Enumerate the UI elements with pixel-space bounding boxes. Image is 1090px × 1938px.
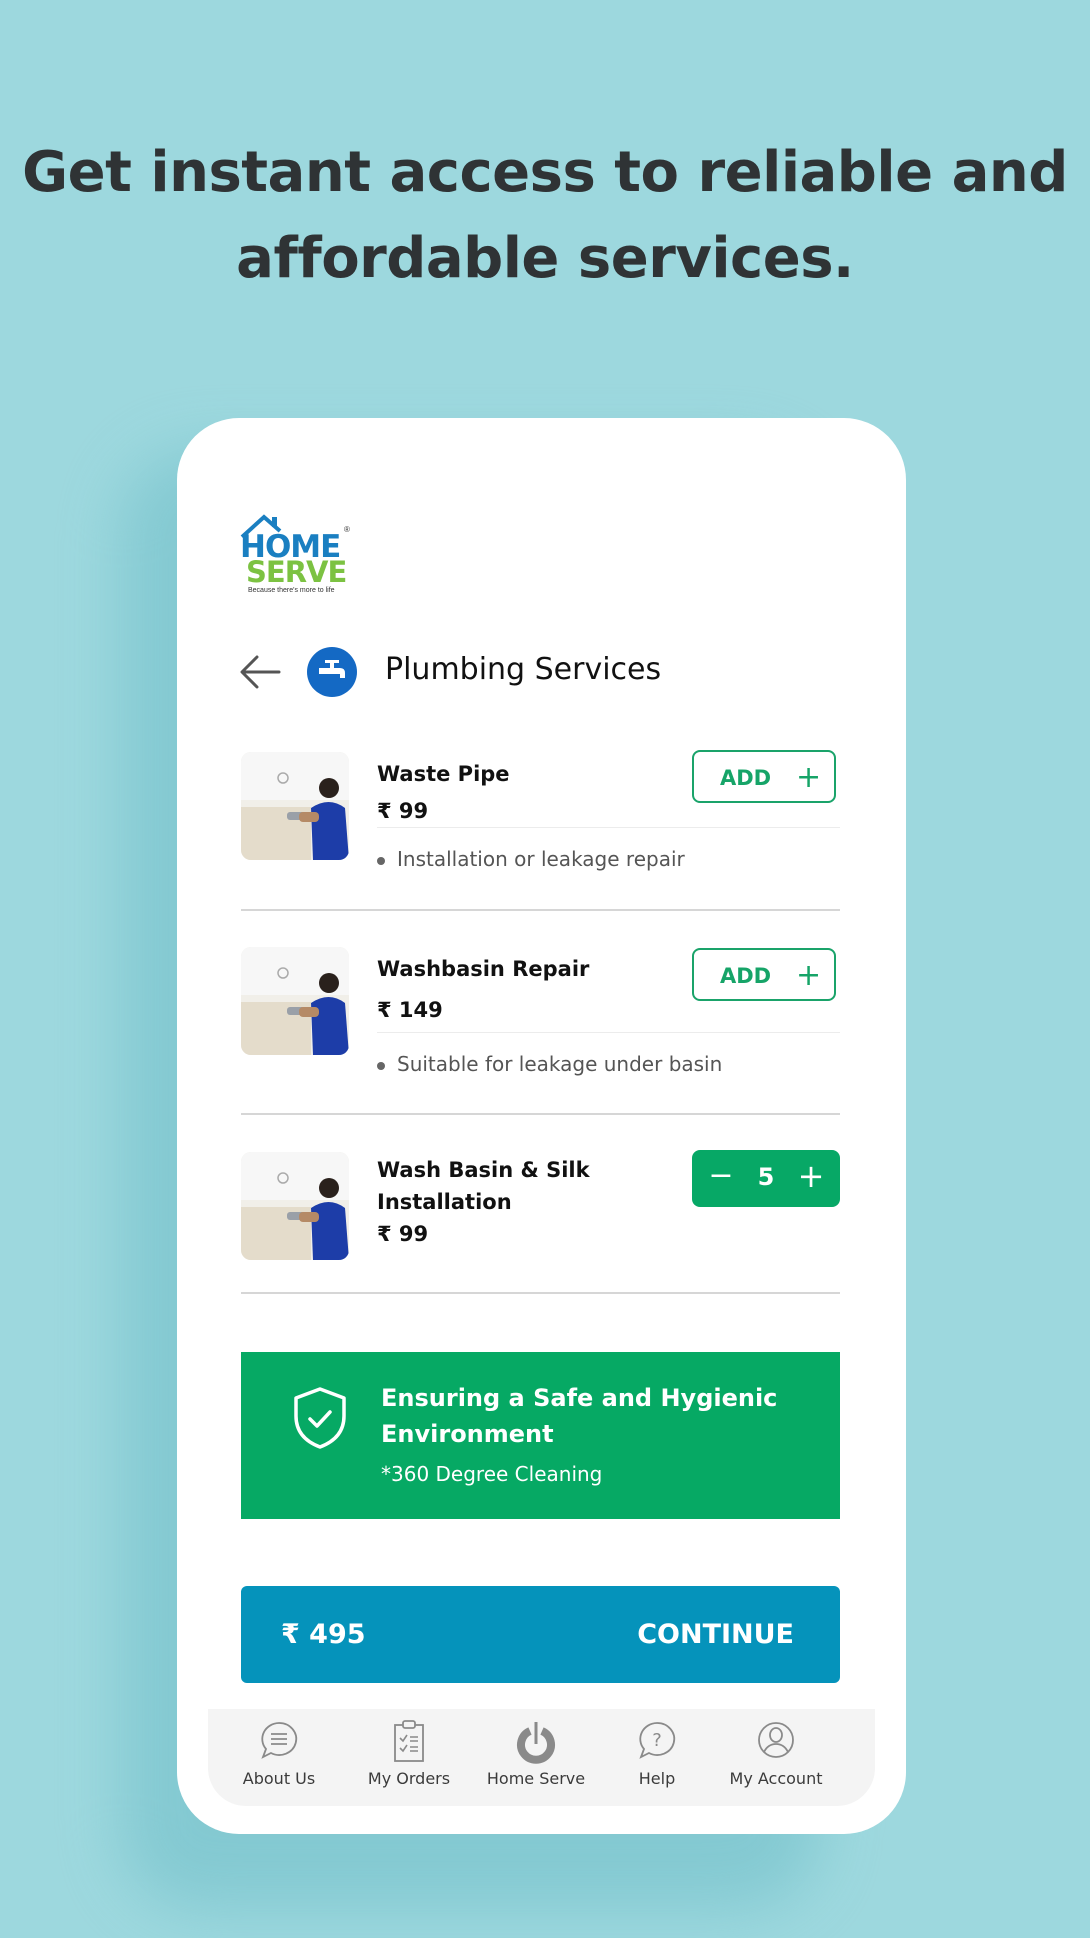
decrement-button[interactable]: −	[706, 1158, 736, 1193]
quantity-value: 5	[757, 1163, 775, 1191]
item-image	[241, 1152, 349, 1260]
registered-mark: ®	[344, 525, 350, 534]
nav-help[interactable]: ? Help	[597, 1709, 717, 1806]
divider	[241, 1113, 840, 1115]
bottom-nav: About Us My Orders Home Serve ? Help My …	[208, 1709, 875, 1806]
item-name-line-2: Installation	[377, 1190, 512, 1214]
increment-button[interactable]: +	[796, 1157, 826, 1195]
nav-home-serve[interactable]: Home Serve	[476, 1709, 596, 1806]
banner-title-line-2: Environment	[381, 1420, 554, 1448]
item-description: Installation or leakage repair	[377, 847, 685, 871]
item-description-text: Installation or leakage repair	[397, 847, 685, 871]
back-button[interactable]	[239, 654, 281, 690]
continue-label: CONTINUE	[637, 1619, 794, 1650]
page-title: Plumbing Services	[385, 652, 662, 687]
shield-check-icon	[294, 1387, 346, 1449]
nav-label: My Orders	[367, 1769, 451, 1788]
hygiene-banner: Ensuring a Safe and Hygienic Environment…	[241, 1352, 840, 1519]
arrow-left-icon	[240, 655, 281, 689]
nav-my-orders[interactable]: My Orders	[349, 1709, 469, 1806]
add-label: ADD	[720, 964, 772, 988]
plumber-photo	[241, 752, 349, 860]
divider	[241, 909, 840, 911]
nav-label: About Us	[242, 1769, 316, 1788]
plumber-photo	[241, 947, 349, 1055]
add-button[interactable]: ADD +	[692, 750, 836, 803]
item-name: Washbasin Repair	[377, 957, 590, 981]
banner-title-line-1: Ensuring a Safe and Hygienic	[381, 1384, 778, 1412]
nav-label: My Account	[729, 1769, 823, 1788]
item-separator	[377, 827, 840, 828]
banner-subtitle: *360 Degree Cleaning	[381, 1462, 603, 1486]
logo-tagline: Because there's more to life	[248, 587, 335, 594]
item-name-line-1: Wash Basin & Silk	[377, 1158, 590, 1182]
plus-icon: +	[796, 760, 822, 795]
category-badge	[307, 647, 357, 697]
nav-label: Help	[638, 1769, 676, 1788]
item-separator	[377, 1032, 840, 1033]
divider	[241, 1292, 840, 1294]
banner-title: Ensuring a Safe and Hygienic Environment	[381, 1380, 801, 1452]
phone-screen: HOME ® SERVE Because there's more to lif…	[177, 418, 906, 1834]
item-price: ₹ 99	[377, 1222, 429, 1246]
plumber-photo	[241, 1152, 349, 1260]
item-name: Wash Basin & Silk Installation	[377, 1154, 590, 1218]
power-icon	[517, 1722, 555, 1764]
nav-label: Home Serve	[486, 1769, 586, 1788]
help-bubble-icon: ?	[639, 1722, 676, 1759]
nav-my-account[interactable]: My Account	[716, 1709, 836, 1806]
headline-line-1: Get instant access to reliable and	[22, 140, 1068, 205]
item-name: Waste Pipe	[377, 762, 510, 786]
faucet-icon	[319, 660, 345, 678]
user-circle-icon	[758, 1722, 794, 1758]
clipboard-checklist-icon	[394, 1720, 424, 1762]
item-image	[241, 752, 349, 860]
add-button[interactable]: ADD +	[692, 948, 836, 1001]
cart-total: ₹ 495	[281, 1619, 366, 1650]
logo-serve-text: SERVE	[246, 555, 347, 589]
quantity-stepper: − 5 +	[692, 1150, 840, 1207]
item-price: ₹ 149	[377, 998, 443, 1022]
headline-line-2: affordable services.	[236, 226, 854, 291]
item-price: ₹ 99	[377, 799, 429, 823]
nav-about-us[interactable]: About Us	[219, 1709, 339, 1806]
homeserve-logo: HOME ® SERVE Because there's more to lif…	[240, 513, 352, 595]
bullet-icon	[377, 1061, 385, 1070]
item-description-text: Suitable for leakage under basin	[397, 1052, 723, 1076]
bullet-icon	[377, 856, 385, 865]
continue-button[interactable]: ₹ 495 CONTINUE	[241, 1586, 840, 1683]
headline: Get instant access to reliable and affor…	[0, 130, 1090, 302]
add-label: ADD	[720, 766, 772, 790]
svg-text:?: ?	[652, 1730, 662, 1751]
plus-icon: +	[796, 958, 822, 993]
item-image	[241, 947, 349, 1055]
item-description: Suitable for leakage under basin	[377, 1052, 722, 1076]
chat-bubble-icon	[261, 1722, 298, 1759]
